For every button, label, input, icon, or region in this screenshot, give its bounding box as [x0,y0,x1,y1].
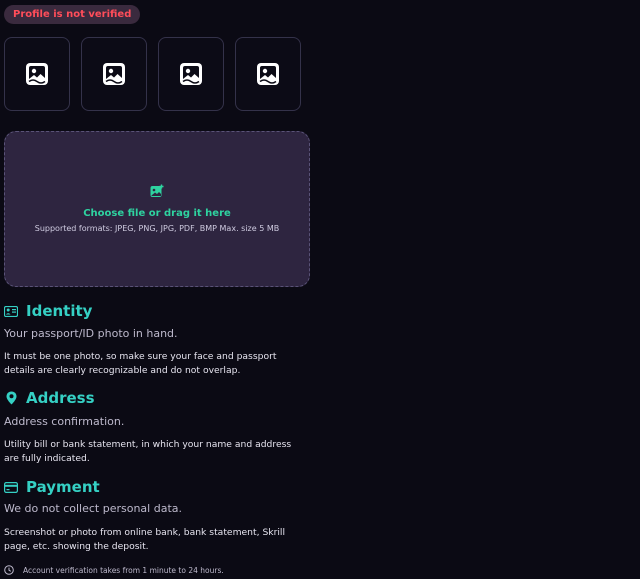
address-heading: Address [4,389,95,407]
clock-icon [4,565,14,575]
verification-page: Profile is not verified Choose file or d… [0,0,640,579]
image-placeholder-icon [26,63,48,85]
image-placeholder-icon [103,63,125,85]
identity-title: Identity [26,302,93,320]
thumbnail-slot-1[interactable] [4,37,70,111]
payment-title: Payment [26,478,100,496]
address-subtitle: Address confirmation. [4,415,125,428]
thumbnail-slot-4[interactable] [235,37,301,111]
payment-subtitle: We do not collect personal data. [4,502,183,515]
location-pin-icon [4,391,18,405]
image-placeholder-icon [180,63,202,85]
image-plus-icon [150,184,164,197]
payment-heading: Payment [4,478,100,496]
identity-heading: Identity [4,302,92,320]
file-dropzone[interactable]: Choose file or drag it here Supported fo… [4,131,310,287]
identity-subtitle: Your passport/ID photo in hand. [4,327,178,340]
credit-card-icon [4,480,18,494]
verification-time-text: Account verification takes from 1 minute… [23,565,224,575]
identity-description: It must be one photo, so make sure your … [4,351,277,376]
id-card-icon [4,304,18,318]
dropzone-title[interactable]: Choose file or drag it here [5,208,309,219]
dropzone-formats: Supported formats: JPEG, PNG, JPG, PDF, … [34,224,280,233]
thumbnail-slot-2[interactable] [81,37,147,111]
verification-time-note: Account verification takes from 1 minute… [4,565,224,575]
payment-description: Screenshot or photo from online bank, ba… [4,527,286,552]
image-placeholder-icon [257,63,279,85]
status-badge: Profile is not verified [4,5,141,24]
address-title: Address [26,389,95,407]
thumbnail-slot-3[interactable] [158,37,224,111]
document-thumbnails [4,37,301,111]
address-description: Utility bill or bank statement, in which… [4,439,292,464]
